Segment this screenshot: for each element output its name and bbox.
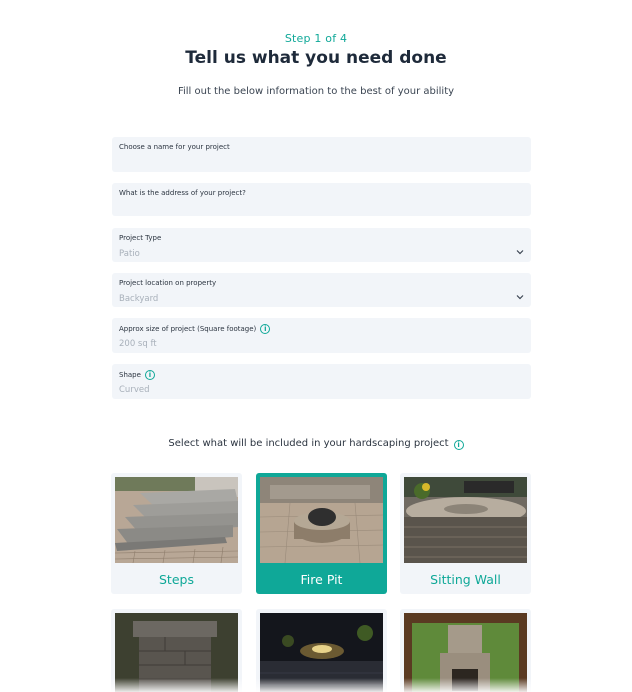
page-subtitle: Fill out the below information to the be…: [177, 86, 455, 97]
step-indicator: Step 1 of 4: [284, 32, 348, 45]
project-shape-field[interactable]: Shape i Curved: [112, 364, 531, 399]
project-shape-label: Shape i: [119, 370, 155, 380]
project-location-value: Backyard: [119, 294, 159, 304]
project-type-select[interactable]: Project Type Patio: [112, 228, 531, 262]
project-size-field[interactable]: Approx size of project (Square footage) …: [112, 318, 531, 353]
fire-pit-image: [260, 477, 383, 563]
page-title: Tell us what you need done: [185, 48, 447, 68]
bottom-fade: [0, 678, 632, 692]
steps-image: [115, 477, 238, 563]
project-type-label: Project Type: [119, 234, 162, 242]
info-icon[interactable]: i: [144, 370, 155, 380]
chevron-down-icon[interactable]: [515, 247, 525, 257]
feature-card-label: Steps: [159, 572, 194, 587]
info-icon[interactable]: i: [453, 440, 464, 450]
info-icon[interactable]: i: [260, 324, 271, 334]
project-address-label: What is the address of your project?: [119, 189, 246, 197]
project-size-label: Approx size of project (Square footage) …: [119, 324, 271, 334]
feature-card-label: Fire Pit: [300, 572, 343, 587]
project-type-value: Patio: [119, 249, 140, 259]
project-shape-placeholder: Curved: [119, 385, 150, 395]
project-name-label: Choose a name for your project: [119, 143, 230, 151]
project-name-field[interactable]: Choose a name for your project: [112, 137, 531, 172]
feature-card-label: Sitting Wall: [430, 572, 501, 587]
feature-card-steps[interactable]: Steps: [111, 473, 242, 594]
features-section-title: Select what will be included in your har…: [0, 438, 632, 450]
chevron-down-icon[interactable]: [515, 292, 525, 302]
feature-card-sitting-wall[interactable]: Sitting Wall: [400, 473, 531, 594]
feature-card-fire-pit[interactable]: Fire Pit: [256, 473, 387, 594]
project-address-field[interactable]: What is the address of your project?: [112, 183, 531, 216]
project-location-select[interactable]: Project location on property Backyard: [112, 273, 531, 307]
sitting-wall-image: [404, 477, 527, 563]
project-size-placeholder: 200 sq ft: [119, 339, 157, 349]
project-location-label: Project location on property: [119, 279, 217, 287]
